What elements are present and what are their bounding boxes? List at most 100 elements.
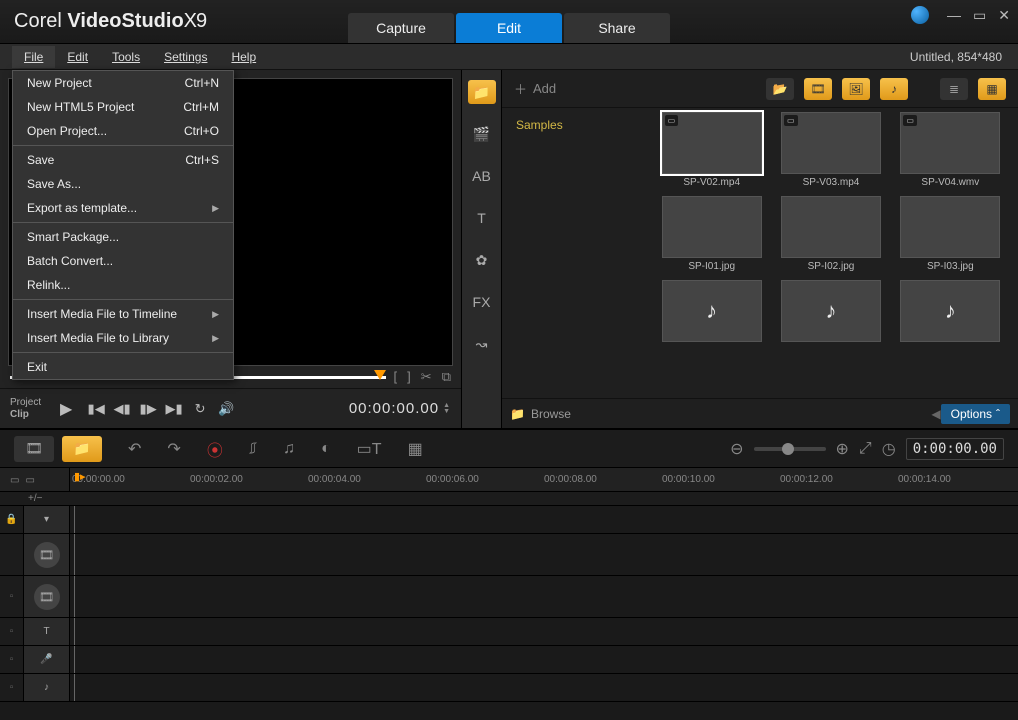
title-track[interactable] [70,618,1018,645]
library-item[interactable]: ♪ [775,280,886,345]
filter-video-icon[interactable]: 🎞 [804,78,832,100]
audio-mixer-icon[interactable]: ⎎ [249,440,257,458]
filter-photo-icon[interactable]: 🖼 [842,78,870,100]
menu-insert-timeline[interactable]: Insert Media File to Timeline▶ [13,302,233,326]
playhead-icon[interactable]: ▮▸ [74,470,86,483]
repeat-button[interactable]: ↻ [189,398,211,420]
clock-icon[interactable]: ◷ [882,439,896,459]
menu-save[interactable]: SaveCtrl+S [13,148,233,172]
menu-save-as[interactable]: Save As... [13,172,233,196]
close-button[interactable]: ✕ [998,7,1010,24]
category-transitions-icon[interactable]: 🎬 [468,122,496,146]
multiview-icon[interactable]: ▦ [408,439,423,459]
undo-button[interactable]: ↶ [128,439,141,459]
menu-edit[interactable]: Edit [55,46,100,68]
zoom-handle[interactable] [782,443,794,455]
tab-capture[interactable]: Capture [348,13,454,43]
auto-music-icon[interactable]: ♫ [283,440,295,458]
scroll-left-icon[interactable]: ◀ [931,407,940,421]
globe-icon[interactable] [911,6,929,24]
menu-relink[interactable]: Relink... [13,273,233,297]
category-fx-icon[interactable]: FX [468,290,496,314]
menu-settings[interactable]: Settings [152,46,219,68]
menu-file[interactable]: File [12,46,55,68]
track-collapse-icon[interactable]: ▾ [38,511,56,529]
music-track[interactable] [70,674,1018,701]
scrub-handle-icon[interactable] [374,370,386,380]
ruler-mode-b-icon[interactable]: ▭ [25,475,34,486]
menu-new-html5[interactable]: New HTML5 ProjectCtrl+M [13,95,233,119]
track-visibility-icon[interactable]: ▫ [0,646,24,673]
category-color-icon[interactable]: AB [468,164,496,188]
filter-audio-icon[interactable]: ♪ [880,78,908,100]
menu-exit[interactable]: Exit [13,355,233,379]
overlay-track-1[interactable] [70,576,1018,617]
track-visibility-icon[interactable] [0,534,24,575]
menu-tools[interactable]: Tools [100,46,152,68]
category-media-icon[interactable]: 📁 [468,80,496,104]
title-track-icon[interactable]: T [38,623,56,641]
library-item[interactable]: SP-I03.jpg [895,196,1006,272]
play-button[interactable]: ▶ [51,394,81,424]
fit-project-button[interactable]: ⤢ [859,440,872,458]
category-path-icon[interactable]: ↝ [468,332,496,356]
playback-mode[interactable]: Project Clip [10,397,41,420]
menu-smart-package[interactable]: Smart Package... [13,225,233,249]
menu-open-project[interactable]: Open Project...Ctrl+O [13,119,233,143]
library-item[interactable]: ♪ [895,280,1006,345]
maximize-button[interactable]: ▭ [973,7,986,24]
track-lock-icon[interactable]: 🔒 [0,506,24,533]
track-header-toggle[interactable]: +/− [0,492,1018,506]
cut-icon[interactable]: ✂ [421,369,432,385]
tab-share[interactable]: Share [564,13,670,43]
subtitle-icon[interactable]: ▭T [357,439,382,459]
add-folder-button[interactable]: ＋Add [514,79,556,98]
browse-button[interactable]: 📁Browse [510,407,571,421]
library-item[interactable]: ♪ [656,280,767,345]
timeline-mode-button[interactable]: 📁 [62,436,102,462]
ruler-mode-a-icon[interactable]: ▭ [10,475,19,486]
snapshot-icon[interactable]: ⧉ [442,369,451,385]
library-item[interactable]: ▭SP-V02.mp4 [656,112,767,188]
video-track-1[interactable] [70,534,1018,575]
track-visibility-icon[interactable]: ▫ [0,674,24,701]
multitrim-icon[interactable]: ◐ [321,440,331,458]
folder-samples[interactable]: Samples [508,114,650,136]
video-track-icon[interactable]: 🎞 [34,542,60,568]
storyboard-mode-button[interactable]: 🎞 [14,436,54,462]
options-button[interactable]: Optionsˆ [941,404,1010,424]
library-item[interactable]: ▭SP-V03.mp4 [775,112,886,188]
view-grid-icon[interactable]: ▦ [978,78,1006,100]
voice-track[interactable] [70,646,1018,673]
go-end-button[interactable]: ▶▮ [163,398,185,420]
preview-timecode[interactable]: 00:00:00.00 ▲▼ [349,400,451,417]
zoom-slider[interactable] [754,447,826,451]
track-visibility-icon[interactable]: ▫ [0,618,24,645]
step-back-button[interactable]: ◀▮ [111,398,133,420]
timeline-ruler[interactable]: ▭ ▭ ▮▸ 00:00:00.0000:00:02.0000:00:04.00… [0,468,1018,492]
redo-button[interactable]: ↷ [167,439,180,459]
zoom-out-button[interactable]: ⊖ [730,439,743,459]
menu-batch-convert[interactable]: Batch Convert... [13,249,233,273]
mark-out-icon[interactable]: ] [407,369,411,385]
step-fwd-button[interactable]: ▮▶ [137,398,159,420]
volume-button[interactable]: 🔊 [215,398,237,420]
category-title-icon[interactable]: T [468,206,496,230]
library-item[interactable]: ▭SP-V04.wmv [895,112,1006,188]
overlay-track-icon[interactable]: 🎞 [34,584,60,610]
timeline-timecode[interactable]: 0:00:00.00 [906,438,1004,460]
mark-in-icon[interactable]: [ [394,369,398,385]
record-button[interactable]: ⦿ [207,437,223,461]
track-visibility-icon[interactable]: ▫ [0,576,24,617]
menu-help[interactable]: Help [219,46,268,68]
voice-track-icon[interactable]: 🎤 [38,651,56,669]
category-graphics-icon[interactable]: ✿ [468,248,496,272]
library-item[interactable]: SP-I02.jpg [775,196,886,272]
menu-new-project[interactable]: New ProjectCtrl+N [13,71,233,95]
music-track-icon[interactable]: ♪ [38,679,56,697]
menu-export-template[interactable]: Export as template...▶ [13,196,233,220]
library-item[interactable]: SP-I01.jpg [656,196,767,272]
tab-edit[interactable]: Edit [456,13,562,43]
import-folder-icon[interactable]: 📂 [766,78,794,100]
menu-insert-library[interactable]: Insert Media File to Library▶ [13,326,233,350]
